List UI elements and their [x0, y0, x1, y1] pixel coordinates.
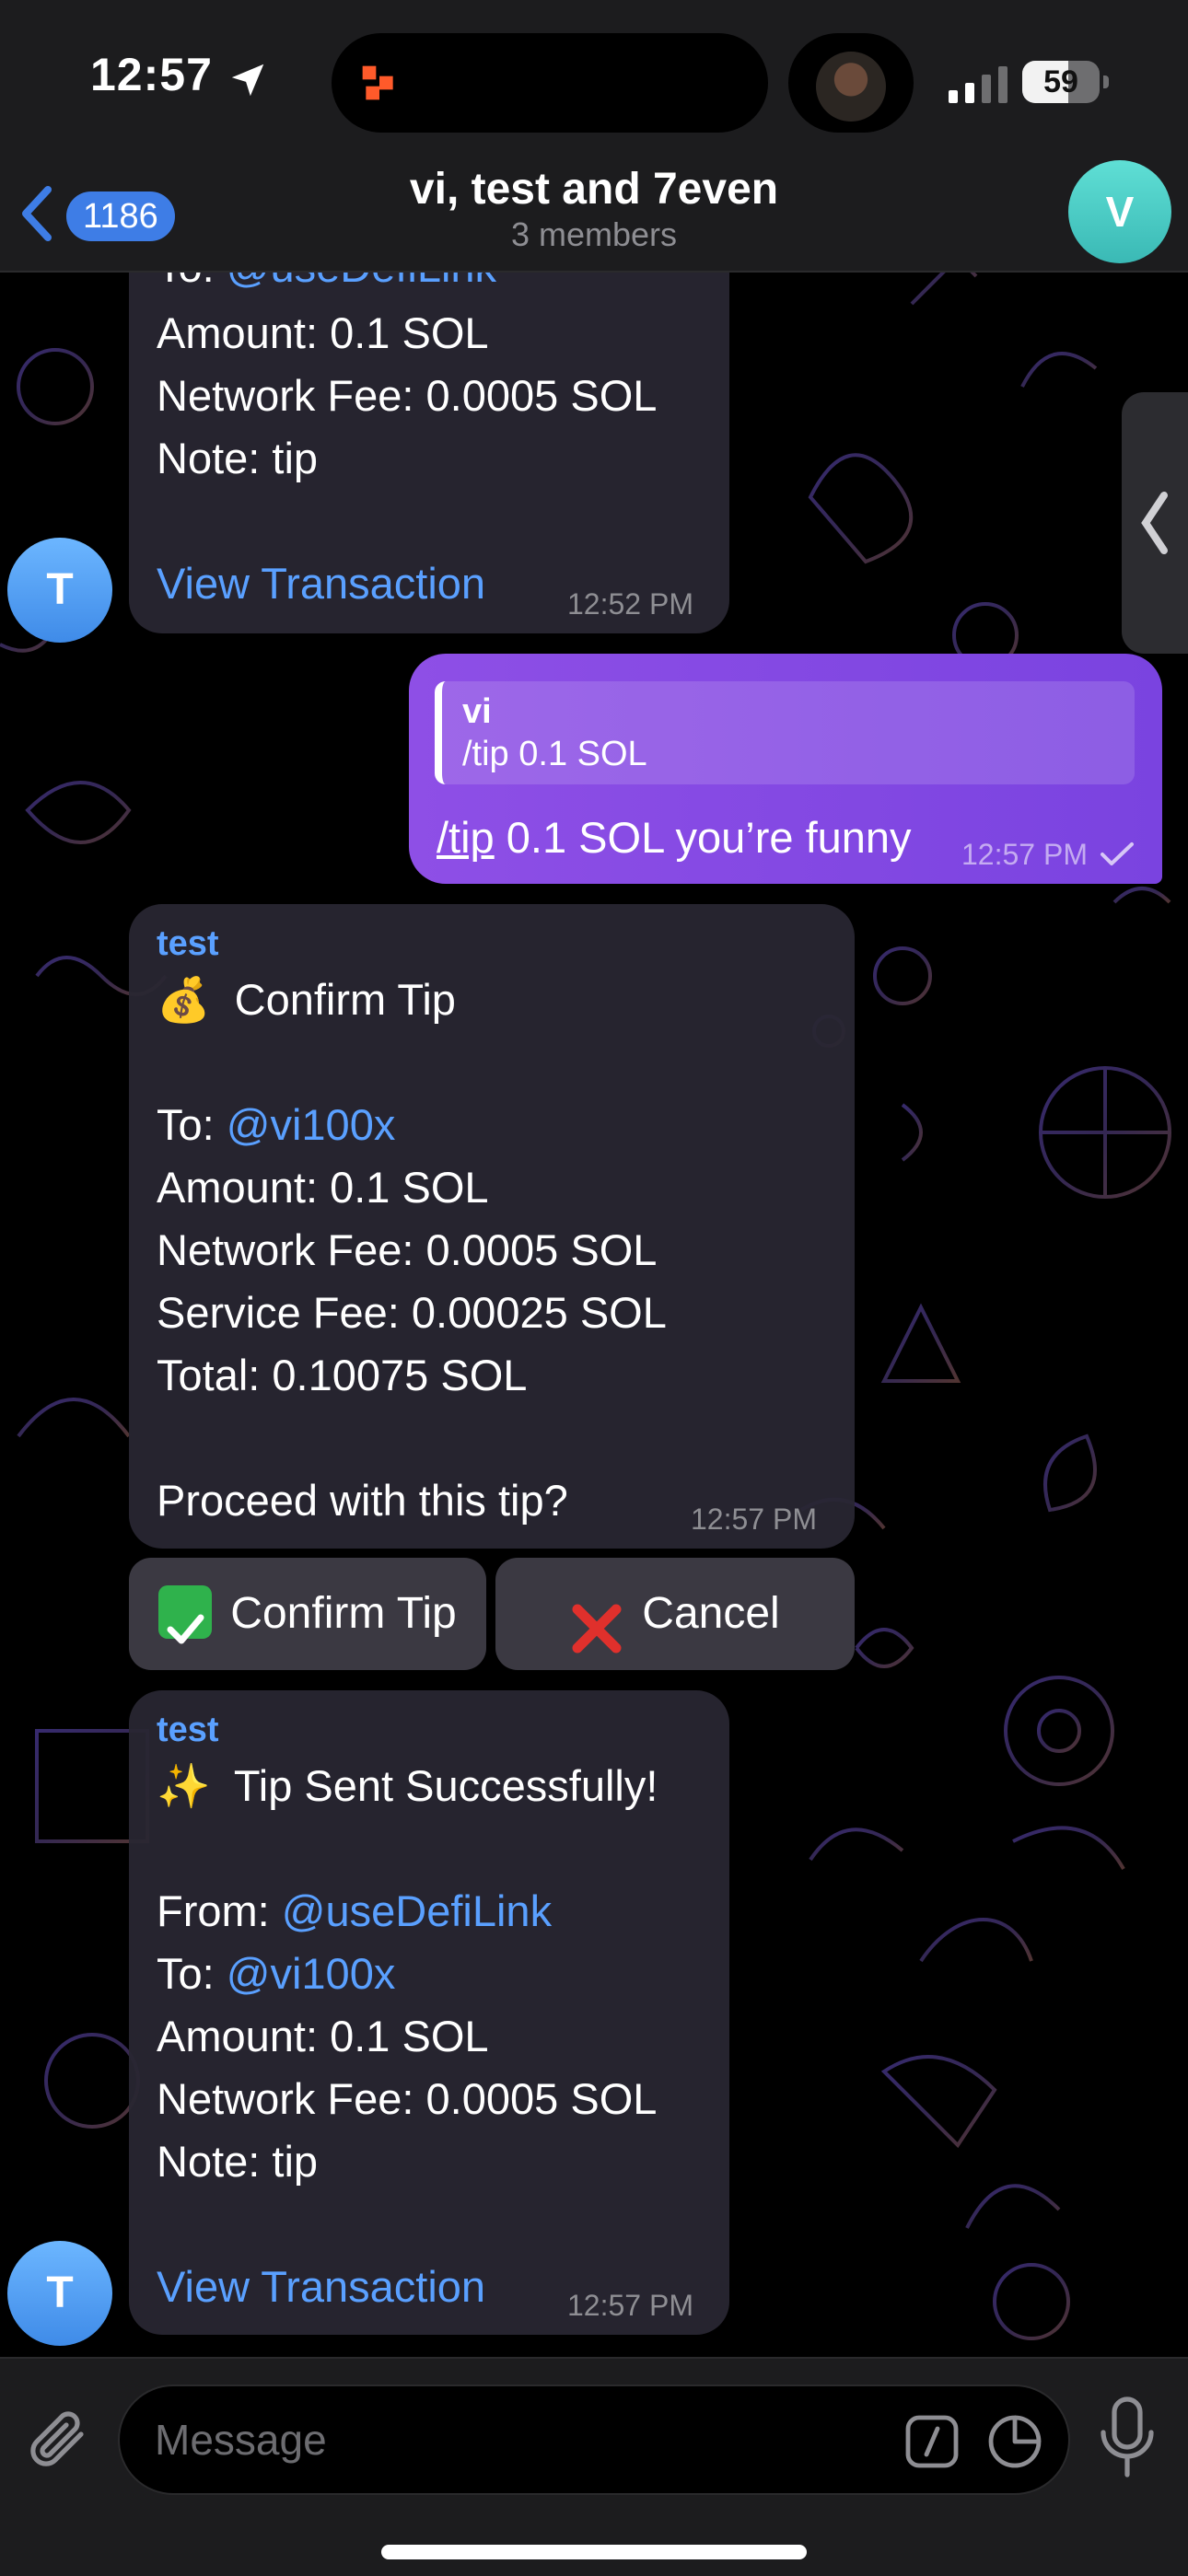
message-bubble[interactable]: test 💰 Confirm Tip To: @vi100x Amount: 0…: [129, 904, 855, 1549]
view-transaction-link[interactable]: View Transaction: [157, 2256, 485, 2318]
reply-quote[interactable]: vi /tip 0.1 SOL: [435, 681, 1135, 784]
message-line: Note: tip: [157, 2137, 319, 2186]
message-line: Proceed with this tip?: [157, 1476, 568, 1525]
cellular-signal-icon: [949, 66, 1007, 103]
home-indicator[interactable]: [381, 2545, 807, 2559]
sender-avatar[interactable]: T: [7, 538, 112, 643]
status-bar: 12:57 59: [0, 0, 1188, 157]
message-line: /tip 0.1 SOL you’re funny: [437, 806, 912, 869]
cancel-button[interactable]: Cancel: [495, 1558, 855, 1670]
mention-link[interactable]: @vi100x: [227, 1949, 396, 1998]
message-line: From: @useDefiLink: [157, 1886, 553, 1935]
live-activity-avatar: [816, 52, 886, 122]
message-title: ✨ Tip Sent Successfully!: [157, 1761, 658, 1810]
sticker-icon[interactable]: [987, 2414, 1042, 2469]
message-input[interactable]: Message: [118, 2385, 1070, 2495]
chevron-left-icon: [1141, 492, 1168, 554]
message-composer: Message: [0, 2357, 1188, 2576]
message-timestamp: 12:57 PM: [567, 2289, 693, 2322]
mention-link[interactable]: @vi100x: [227, 1100, 396, 1149]
sender-name[interactable]: test: [157, 924, 219, 964]
group-avatar[interactable]: V: [1068, 160, 1171, 263]
message-line: To: @vi100x: [157, 1949, 396, 1998]
battery-percent: 59: [1043, 64, 1078, 99]
chat-header: 1186 vi, test and 7even 3 members V: [0, 157, 1188, 273]
message-line: Network Fee: 0.0005 SOL: [157, 1225, 658, 1274]
chat-member-count: 3 members: [510, 215, 678, 253]
microphone-icon[interactable]: [1098, 2396, 1157, 2480]
bot-command-icon[interactable]: [904, 2414, 960, 2469]
message-line: To: @vi100x: [157, 1100, 396, 1149]
message-line: Network Fee: 0.0005 SOL: [157, 2074, 658, 2123]
cross-mark-icon: [570, 1585, 623, 1654]
outgoing-message-bubble[interactable]: vi /tip 0.1 SOL /tip 0.1 SOL you’re funn…: [409, 654, 1162, 884]
message-timestamp: 12:57 PM: [691, 1503, 817, 1536]
message-line: Amount: 0.1 SOL: [157, 308, 489, 357]
reply-sender: vi: [462, 692, 492, 731]
message-line: Service Fee: 0.00025 SOL: [157, 1288, 667, 1337]
message-line: Amount: 0.1 SOL: [157, 1163, 489, 1212]
confirm-tip-button[interactable]: Confirm Tip: [129, 1558, 486, 1670]
side-panel-handle[interactable]: [1122, 392, 1188, 654]
message-bubble[interactable]: test ✨ Tip Sent Successfully! From: @use…: [129, 1690, 729, 2335]
view-transaction-link[interactable]: View Transaction: [157, 552, 485, 615]
check-mark-icon: [158, 1585, 213, 1644]
message-text: 0.1 SOL you’re funny: [494, 813, 912, 862]
app-activity-icon: [362, 65, 393, 100]
reply-text: /tip 0.1 SOL: [462, 735, 647, 773]
chat-title[interactable]: vi, test and 7even: [0, 164, 1188, 215]
message-title: 💰 Confirm Tip: [157, 975, 456, 1024]
battery-indicator: 59: [1022, 61, 1109, 103]
sparkles-icon: ✨: [157, 1761, 211, 1810]
message-timestamp: 12:57 PM: [961, 838, 1088, 871]
status-time: 12:57: [90, 49, 213, 100]
sender-name[interactable]: test: [157, 1711, 219, 1750]
message-line: Note: tip: [157, 434, 319, 482]
message-line: Amount: 0.1 SOL: [157, 2012, 489, 2060]
paperclip-icon[interactable]: [26, 2405, 92, 2475]
money-bag-icon: 💰: [157, 975, 211, 1024]
message-timestamp: 12:52 PM: [567, 587, 693, 621]
bot-command-link[interactable]: /tip: [437, 813, 495, 862]
message-line: Total: 0.10075 SOL: [157, 1351, 528, 1399]
sender-avatar[interactable]: T: [7, 2241, 112, 2346]
location-arrow-icon: [231, 64, 264, 97]
message-placeholder: Message: [155, 2416, 327, 2464]
read-check-icon: [1101, 842, 1134, 865]
message-line: Network Fee: 0.0005 SOL: [157, 371, 658, 420]
mention-link[interactable]: @useDefiLink: [282, 1886, 552, 1935]
